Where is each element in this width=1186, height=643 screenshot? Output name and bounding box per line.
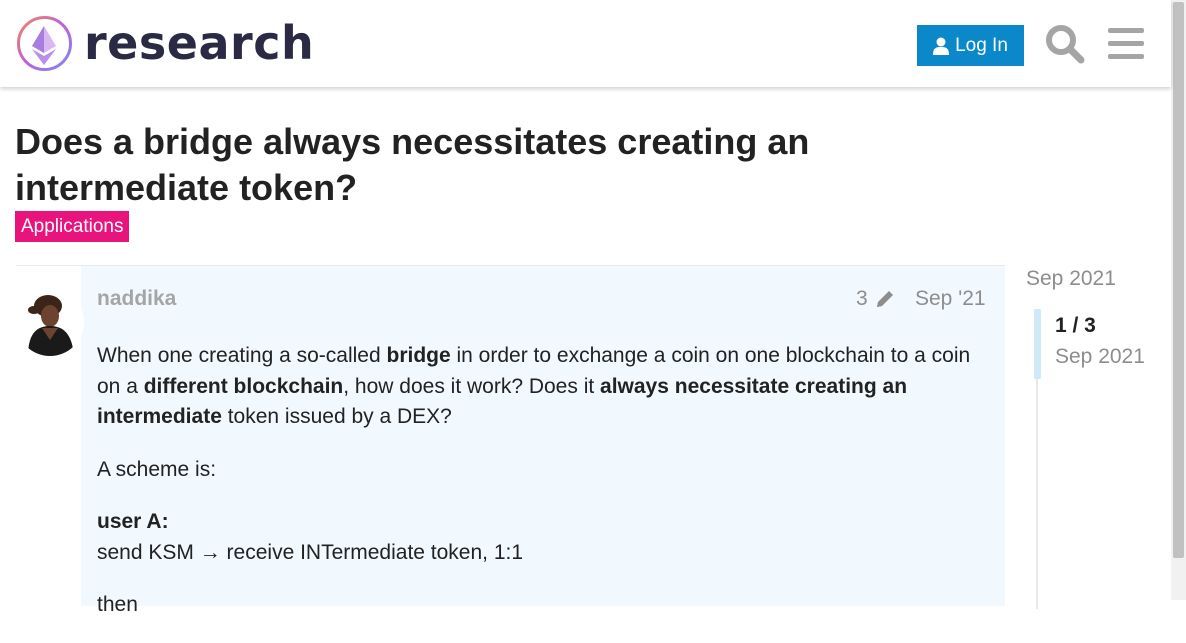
post-body: When one creating a so-called bridge in … <box>97 341 992 643</box>
post-username[interactable]: naddika <box>97 287 176 311</box>
page-scrollbar[interactable] <box>1171 0 1186 600</box>
timeline-handle[interactable] <box>1034 309 1041 379</box>
user-avatar[interactable] <box>16 288 84 356</box>
post-paragraph: When one creating a so-called bridge in … <box>97 344 971 428</box>
user-icon <box>933 37 950 55</box>
timeline-current-date: Sep 2021 <box>1055 345 1145 368</box>
edit-count: 3 <box>856 287 868 310</box>
search-icon[interactable] <box>1044 24 1086 64</box>
ethereum-logo-icon <box>17 16 72 71</box>
timeline-start-date[interactable]: Sep 2021 <box>1026 267 1116 291</box>
edit-history[interactable]: 3 <box>856 287 896 311</box>
site-logo[interactable]: research <box>16 15 314 72</box>
post-paragraph: user A: send KSM → receive INTermediate t… <box>97 510 524 564</box>
scrollbar-thumb[interactable] <box>1173 2 1184 558</box>
post-paragraph: A scheme is: <box>97 457 217 481</box>
login-button[interactable]: Log In <box>917 25 1024 66</box>
post-paragraph: then <box>97 593 138 616</box>
avatar-image <box>16 288 84 356</box>
topic-title[interactable]: Does a bridge always necessitates creati… <box>15 119 915 211</box>
hamburger-menu-icon[interactable] <box>1105 24 1147 64</box>
pencil-icon <box>876 291 893 307</box>
site-name: research <box>84 16 315 70</box>
login-button-label: Log In <box>955 34 1008 56</box>
site-header: research Log In <box>0 0 1171 87</box>
category-badge[interactable]: Applications <box>15 211 130 242</box>
post-date[interactable]: Sep '21 <box>915 287 986 311</box>
timeline-position: 1 / 3 <box>1055 314 1096 337</box>
